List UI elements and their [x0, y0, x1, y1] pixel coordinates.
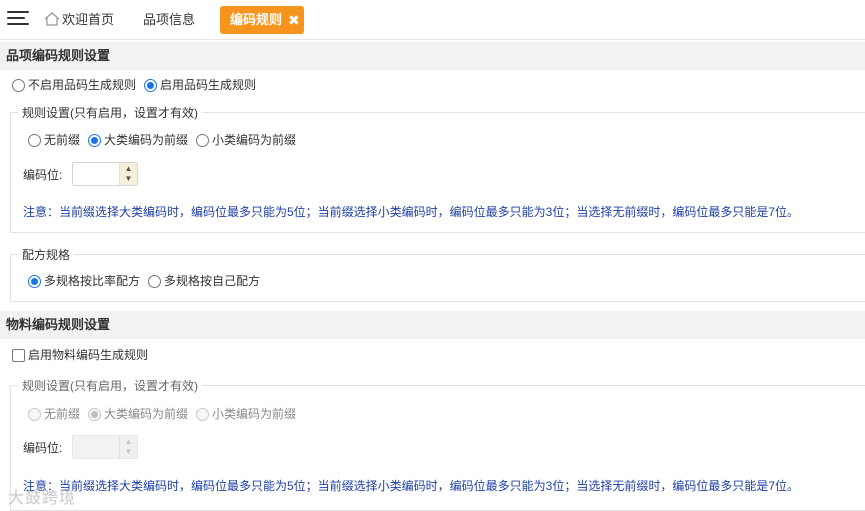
chevron-down-icon[interactable]: ▼ [124, 447, 133, 456]
item-section-title: 品项编码规则设置 [0, 42, 865, 70]
radio-icon [28, 274, 41, 288]
material-prefix-none-radio[interactable]: 无前缀 [28, 405, 80, 423]
radio-icon [148, 274, 162, 288]
home-icon [44, 12, 60, 26]
tab-home[interactable]: 欢迎首页 [44, 6, 114, 34]
tab-item-info[interactable]: 品项信息 [143, 6, 195, 34]
item-enable-radio[interactable]: 启用品码生成规则 [144, 76, 256, 94]
hamburger-icon[interactable] [7, 9, 29, 27]
radio-icon [28, 407, 41, 421]
material-prefix-major-radio[interactable]: 大类编码为前缀 [88, 405, 188, 423]
item-formula-legend: 配方规格 [18, 246, 75, 263]
radio-label: 启用品码生成规则 [160, 78, 257, 92]
tab-code-rules-label: 编码规则 [230, 12, 283, 27]
item-prefix-minor-radio[interactable]: 小类编码为前缀 [196, 131, 296, 149]
item-code-digits-stepper[interactable]: ▲ ▼ [72, 162, 138, 186]
formula-own-radio[interactable]: 多规格按自己配方 [148, 272, 260, 290]
item-rule-legend: 规则设置(只有启用，设置才有效) [18, 104, 202, 121]
item-prefix-radio-group: 无前缀 大类编码为前缀 小类编码为前缀 [28, 131, 304, 149]
material-section-title: 物料编码规则设置 [0, 311, 865, 339]
material-code-digits-stepper[interactable]: ▲ ▼ [72, 435, 138, 459]
radio-label: 不启用品码生成规则 [28, 78, 137, 92]
radio-label: 多规格按比率配方 [44, 274, 141, 288]
radio-icon [12, 78, 25, 92]
item-prefix-none-radio[interactable]: 无前缀 [28, 131, 80, 149]
item-code-digits-label: 编码位: [23, 168, 63, 182]
radio-icon [88, 407, 102, 421]
item-disable-radio[interactable]: 不启用品码生成规则 [12, 76, 136, 94]
item-formula-radio-group: 多规格按比率配方 多规格按自己配方 [28, 272, 268, 290]
close-icon[interactable]: ✖ [288, 6, 300, 34]
top-tab-bar: 欢迎首页 品项信息 编码规则 ✖ [0, 0, 865, 40]
radio-label: 小类编码为前缀 [212, 133, 297, 147]
radio-label: 无前缀 [44, 407, 81, 421]
tab-home-label: 欢迎首页 [62, 12, 115, 27]
chevron-up-icon[interactable]: ▲ [124, 437, 133, 446]
chevron-up-icon[interactable]: ▲ [124, 164, 133, 173]
radio-label: 多规格按自己配方 [164, 274, 261, 288]
item-rule-note: 注意：当前缀选择大类编码时，编码位最多只能为5位；当前缀选择小类编码时，编码位最… [23, 205, 800, 219]
item-prefix-major-radio[interactable]: 大类编码为前缀 [88, 131, 188, 149]
watermark-logo: 大鼓跨境 [8, 490, 77, 507]
spinner-buttons: ▲ ▼ [119, 436, 137, 458]
radio-label: 大类编码为前缀 [104, 133, 189, 147]
radio-label: 大类编码为前缀 [104, 407, 189, 421]
radio-icon [88, 133, 102, 147]
material-code-digits-label: 编码位: [23, 441, 63, 455]
radio-icon [196, 407, 210, 421]
radio-icon [196, 133, 210, 147]
material-rule-note: 注意：当前缀选择大类编码时，编码位最多只能为5位；当前缀选择小类编码时，编码位最… [23, 479, 800, 493]
material-prefix-minor-radio[interactable]: 小类编码为前缀 [196, 405, 296, 423]
radio-icon [28, 133, 41, 147]
material-prefix-radio-group: 无前缀 大类编码为前缀 小类编码为前缀 [28, 405, 304, 423]
checkbox-icon [12, 348, 25, 362]
material-enable-row: 启用物料编码生成规则 [12, 346, 156, 364]
material-enable-checkbox[interactable]: 启用物料编码生成规则 [12, 346, 148, 364]
material-rule-legend: 规则设置(只有启用，设置才有效) [18, 377, 202, 394]
item-enable-radio-group: 不启用品码生成规则 启用品码生成规则 [12, 76, 264, 94]
tab-code-rules[interactable]: 编码规则 ✖ [220, 6, 304, 34]
radio-label: 小类编码为前缀 [212, 407, 297, 421]
checkbox-label: 启用物料编码生成规则 [28, 348, 149, 362]
tab-item-info-label: 品项信息 [143, 12, 196, 27]
formula-ratio-radio[interactable]: 多规格按比率配方 [28, 272, 140, 290]
radio-label: 无前缀 [44, 133, 81, 147]
spinner-buttons: ▲ ▼ [119, 163, 137, 185]
chevron-down-icon[interactable]: ▼ [124, 174, 133, 183]
radio-icon [144, 78, 158, 92]
